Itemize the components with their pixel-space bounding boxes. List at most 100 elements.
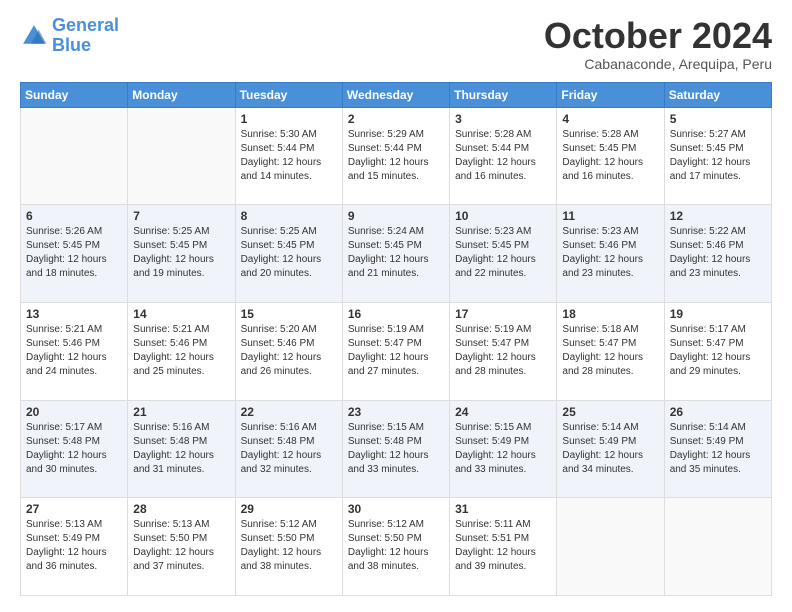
calendar-cell: 11Sunrise: 5:23 AMSunset: 5:46 PMDayligh… bbox=[557, 205, 664, 303]
calendar-cell: 8 Sunrise: 5:25 AMSunset: 5:45 PMDaylight… bbox=[235, 205, 342, 303]
day-header-wednesday: Wednesday bbox=[342, 82, 449, 107]
day-number: 21 bbox=[133, 405, 229, 419]
calendar-cell: 16 Sunrise: 5:19 AMSunset: 5:47 PMDayligh… bbox=[342, 302, 449, 400]
day-number: 26 bbox=[670, 405, 766, 419]
calendar-cell: 27 Sunrise: 5:13 AMSunset: 5:49 PMDayligh… bbox=[21, 498, 128, 596]
day-number: 23 bbox=[348, 405, 444, 419]
day-number: 22 bbox=[241, 405, 337, 419]
calendar-week-2: 13 Sunrise: 5:21 AMSunset: 5:46 PMDayligh… bbox=[21, 302, 772, 400]
day-info: Sunrise: 5:12 AMSunset: 5:50 PMDaylight:… bbox=[348, 518, 444, 574]
day-info: Sunrise: 5:17 AMSunset: 5:48 PMDaylight:… bbox=[26, 421, 122, 477]
day-header-monday: Monday bbox=[128, 82, 235, 107]
day-info: Sunrise: 5:14 AMSunset: 5:49 PMDaylight:… bbox=[670, 421, 766, 477]
day-info: Sunrise: 5:19 AMSunset: 5:47 PMDaylight:… bbox=[455, 323, 551, 379]
calendar-cell: 14 Sunrise: 5:21 AMSunset: 5:46 PMDayligh… bbox=[128, 302, 235, 400]
day-number: 14 bbox=[133, 307, 229, 321]
day-number: 25 bbox=[562, 405, 658, 419]
logo-line1: General bbox=[52, 15, 119, 35]
calendar-header-row: SundayMondayTuesdayWednesdayThursdayFrid… bbox=[21, 82, 772, 107]
calendar-cell: 5Sunrise: 5:27 AMSunset: 5:45 PMDaylight… bbox=[664, 107, 771, 205]
calendar-cell: 19 Sunrise: 5:17 AMSunset: 5:47 PMDayligh… bbox=[664, 302, 771, 400]
calendar-cell: 6 Sunrise: 5:26 AMSunset: 5:45 PMDaylight… bbox=[21, 205, 128, 303]
calendar-cell bbox=[664, 498, 771, 596]
day-number: 19 bbox=[670, 307, 766, 321]
day-number: 11 bbox=[562, 209, 658, 223]
day-header-tuesday: Tuesday bbox=[235, 82, 342, 107]
main-title: October 2024 bbox=[544, 16, 772, 56]
day-info: Sunrise: 5:28 AMSunset: 5:44 PMDaylight:… bbox=[455, 128, 551, 184]
day-number: 13 bbox=[26, 307, 122, 321]
day-number: 4 bbox=[562, 112, 658, 126]
day-info: Sunrise: 5:17 AMSunset: 5:47 PMDaylight:… bbox=[670, 323, 766, 379]
title-block: October 2024 Cabanaconde, Arequipa, Peru bbox=[544, 16, 772, 72]
day-number: 3 bbox=[455, 112, 551, 126]
day-number: 20 bbox=[26, 405, 122, 419]
day-number: 1 bbox=[241, 112, 337, 126]
calendar-cell: 1 Sunrise: 5:30 AMSunset: 5:44 PMDaylight… bbox=[235, 107, 342, 205]
day-header-saturday: Saturday bbox=[664, 82, 771, 107]
calendar-cell: 26 Sunrise: 5:14 AMSunset: 5:49 PMDayligh… bbox=[664, 400, 771, 498]
day-info: Sunrise: 5:21 AMSunset: 5:46 PMDaylight:… bbox=[26, 323, 122, 379]
day-number: 10 bbox=[455, 209, 551, 223]
day-number: 24 bbox=[455, 405, 551, 419]
calendar-cell: 12 Sunrise: 5:22 AMSunset: 5:46 PMDayligh… bbox=[664, 205, 771, 303]
calendar-cell: 24 Sunrise: 5:15 AMSunset: 5:49 PMDayligh… bbox=[450, 400, 557, 498]
day-info: Sunrise: 5:15 AMSunset: 5:49 PMDaylight:… bbox=[455, 421, 551, 477]
day-info: Sunrise: 5:21 AMSunset: 5:46 PMDaylight:… bbox=[133, 323, 229, 379]
day-info: Sunrise: 5:24 AMSunset: 5:45 PMDaylight:… bbox=[348, 225, 444, 281]
day-number: 17 bbox=[455, 307, 551, 321]
calendar-cell: 22 Sunrise: 5:16 AMSunset: 5:48 PMDayligh… bbox=[235, 400, 342, 498]
day-number: 16 bbox=[348, 307, 444, 321]
subtitle: Cabanaconde, Arequipa, Peru bbox=[544, 56, 772, 72]
day-header-thursday: Thursday bbox=[450, 82, 557, 107]
day-info: Sunrise: 5:28 AMSunset: 5:45 PMDaylight:… bbox=[562, 128, 658, 184]
day-info: Sunrise: 5:25 AMSunset: 5:45 PMDaylight:… bbox=[133, 225, 229, 281]
day-info: Sunrise: 5:13 AMSunset: 5:50 PMDaylight:… bbox=[133, 518, 229, 574]
calendar-cell: 7 Sunrise: 5:25 AMSunset: 5:45 PMDaylight… bbox=[128, 205, 235, 303]
day-info: Sunrise: 5:14 AMSunset: 5:49 PMDaylight:… bbox=[562, 421, 658, 477]
day-number: 12 bbox=[670, 209, 766, 223]
calendar-cell: 21 Sunrise: 5:16 AMSunset: 5:48 PMDayligh… bbox=[128, 400, 235, 498]
logo-text: General Blue bbox=[52, 16, 119, 56]
day-info: Sunrise: 5:25 AMSunset: 5:45 PMDaylight:… bbox=[241, 225, 337, 281]
day-number: 8 bbox=[241, 209, 337, 223]
page: General Blue October 2024 Cabanaconde, A… bbox=[0, 0, 792, 612]
calendar-cell: 17 Sunrise: 5:19 AMSunset: 5:47 PMDayligh… bbox=[450, 302, 557, 400]
calendar-cell bbox=[557, 498, 664, 596]
day-info: Sunrise: 5:11 AMSunset: 5:51 PMDaylight:… bbox=[455, 518, 551, 574]
day-info: Sunrise: 5:19 AMSunset: 5:47 PMDaylight:… bbox=[348, 323, 444, 379]
calendar-week-4: 27 Sunrise: 5:13 AMSunset: 5:49 PMDayligh… bbox=[21, 498, 772, 596]
calendar-cell: 9 Sunrise: 5:24 AMSunset: 5:45 PMDaylight… bbox=[342, 205, 449, 303]
day-info: Sunrise: 5:12 AMSunset: 5:50 PMDaylight:… bbox=[241, 518, 337, 574]
day-number: 7 bbox=[133, 209, 229, 223]
day-info: Sunrise: 5:30 AMSunset: 5:44 PMDaylight:… bbox=[241, 128, 337, 184]
day-number: 2 bbox=[348, 112, 444, 126]
day-number: 28 bbox=[133, 502, 229, 516]
calendar-cell: 10Sunrise: 5:23 AMSunset: 5:45 PMDayligh… bbox=[450, 205, 557, 303]
calendar-cell: 3 Sunrise: 5:28 AMSunset: 5:44 PMDaylight… bbox=[450, 107, 557, 205]
calendar-cell bbox=[21, 107, 128, 205]
calendar-cell: 23Sunrise: 5:15 AMSunset: 5:48 PMDayligh… bbox=[342, 400, 449, 498]
day-info: Sunrise: 5:26 AMSunset: 5:45 PMDaylight:… bbox=[26, 225, 122, 281]
day-info: Sunrise: 5:13 AMSunset: 5:49 PMDaylight:… bbox=[26, 518, 122, 574]
calendar-cell: 31 Sunrise: 5:11 AMSunset: 5:51 PMDayligh… bbox=[450, 498, 557, 596]
day-number: 31 bbox=[455, 502, 551, 516]
calendar-cell bbox=[128, 107, 235, 205]
day-info: Sunrise: 5:27 AMSunset: 5:45 PMDaylight:… bbox=[670, 128, 766, 184]
day-number: 29 bbox=[241, 502, 337, 516]
day-number: 18 bbox=[562, 307, 658, 321]
day-info: Sunrise: 5:16 AMSunset: 5:48 PMDaylight:… bbox=[133, 421, 229, 477]
logo-line2: Blue bbox=[52, 35, 91, 55]
day-number: 9 bbox=[348, 209, 444, 223]
calendar-cell: 20 Sunrise: 5:17 AMSunset: 5:48 PMDayligh… bbox=[21, 400, 128, 498]
day-info: Sunrise: 5:29 AMSunset: 5:44 PMDaylight:… bbox=[348, 128, 444, 184]
calendar-cell: 4 Sunrise: 5:28 AMSunset: 5:45 PMDaylight… bbox=[557, 107, 664, 205]
day-number: 27 bbox=[26, 502, 122, 516]
day-info: Sunrise: 5:16 AMSunset: 5:48 PMDaylight:… bbox=[241, 421, 337, 477]
calendar-cell: 28 Sunrise: 5:13 AMSunset: 5:50 PMDayligh… bbox=[128, 498, 235, 596]
day-info: Sunrise: 5:22 AMSunset: 5:46 PMDaylight:… bbox=[670, 225, 766, 281]
day-number: 6 bbox=[26, 209, 122, 223]
logo: General Blue bbox=[20, 16, 119, 56]
calendar-week-1: 6 Sunrise: 5:26 AMSunset: 5:45 PMDaylight… bbox=[21, 205, 772, 303]
day-header-friday: Friday bbox=[557, 82, 664, 107]
